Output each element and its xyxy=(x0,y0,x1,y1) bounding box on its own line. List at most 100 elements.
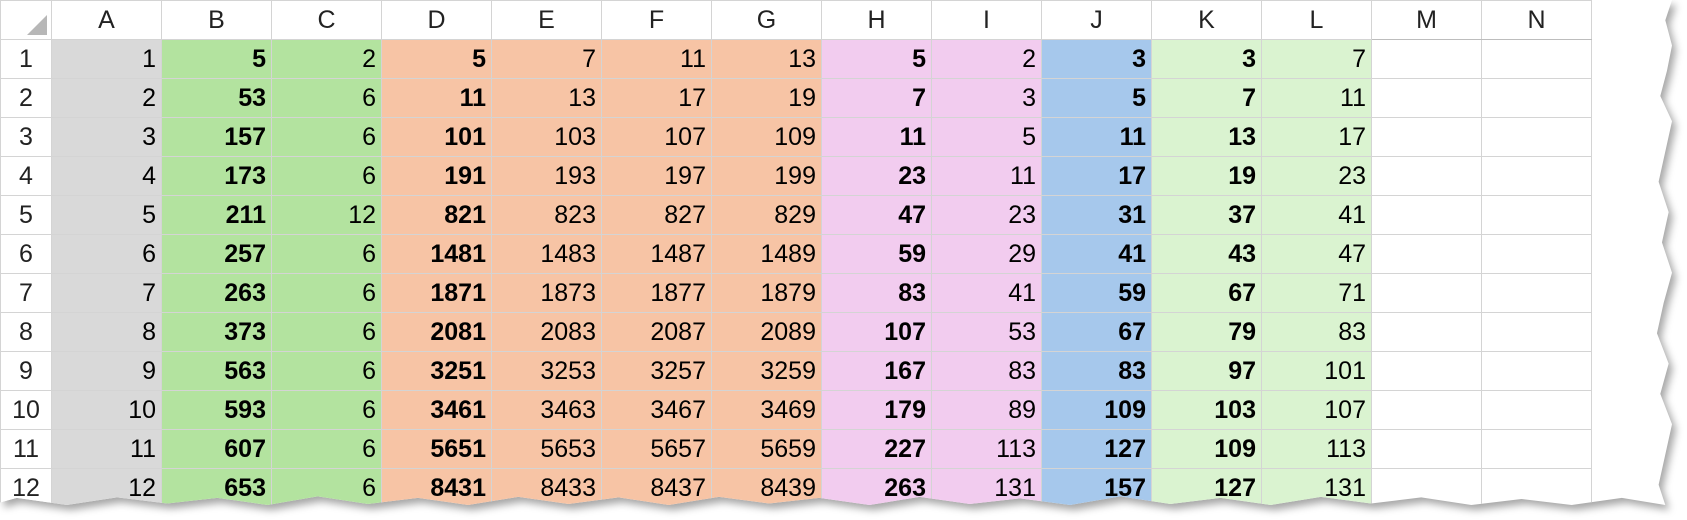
cell-f6[interactable]: 1487 xyxy=(601,234,712,274)
cell-a10[interactable]: 10 xyxy=(51,390,162,430)
cell-i10[interactable]: 89 xyxy=(931,390,1042,430)
cell-k4[interactable]: 19 xyxy=(1151,156,1262,196)
cell-e10[interactable]: 3463 xyxy=(491,390,602,430)
cell-a7[interactable]: 7 xyxy=(51,273,162,313)
cell-k3[interactable]: 13 xyxy=(1151,117,1262,157)
row-header[interactable]: 3 xyxy=(0,117,52,157)
cell-a1[interactable]: 1 xyxy=(51,39,162,79)
cell-n7[interactable] xyxy=(1481,273,1592,313)
cell-c5[interactable]: 12 xyxy=(271,195,382,235)
cell-k11[interactable]: 109 xyxy=(1151,429,1262,469)
cell-l12[interactable]: 131 xyxy=(1261,468,1372,505)
column-header-n[interactable]: N xyxy=(1481,0,1592,40)
cell-d11[interactable]: 5651 xyxy=(381,429,492,469)
cell-b5[interactable]: 211 xyxy=(161,195,272,235)
cell-m3[interactable] xyxy=(1371,117,1482,157)
cell-d1[interactable]: 5 xyxy=(381,39,492,79)
cell-g7[interactable]: 1879 xyxy=(711,273,822,313)
cell-j6[interactable]: 41 xyxy=(1041,234,1152,274)
cell-l4[interactable]: 23 xyxy=(1261,156,1372,196)
column-header-b[interactable]: B xyxy=(161,0,272,40)
cell-i12[interactable]: 131 xyxy=(931,468,1042,505)
cell-e7[interactable]: 1873 xyxy=(491,273,602,313)
cell-l7[interactable]: 71 xyxy=(1261,273,1372,313)
cell-k5[interactable]: 37 xyxy=(1151,195,1262,235)
cell-d8[interactable]: 2081 xyxy=(381,312,492,352)
cell-j8[interactable]: 67 xyxy=(1041,312,1152,352)
cell-l11[interactable]: 113 xyxy=(1261,429,1372,469)
cell-n11[interactable] xyxy=(1481,429,1592,469)
cell-k1[interactable]: 3 xyxy=(1151,39,1262,79)
cell-g12[interactable]: 8439 xyxy=(711,468,822,505)
cell-c8[interactable]: 6 xyxy=(271,312,382,352)
cell-i11[interactable]: 113 xyxy=(931,429,1042,469)
cell-n3[interactable] xyxy=(1481,117,1592,157)
cell-b2[interactable]: 53 xyxy=(161,78,272,118)
cell-g10[interactable]: 3469 xyxy=(711,390,822,430)
cell-g5[interactable]: 829 xyxy=(711,195,822,235)
cell-i7[interactable]: 41 xyxy=(931,273,1042,313)
cell-h7[interactable]: 83 xyxy=(821,273,932,313)
cell-g3[interactable]: 109 xyxy=(711,117,822,157)
cell-j11[interactable]: 127 xyxy=(1041,429,1152,469)
cell-g2[interactable]: 19 xyxy=(711,78,822,118)
cell-f4[interactable]: 197 xyxy=(601,156,712,196)
cell-a11[interactable]: 11 xyxy=(51,429,162,469)
cell-j1[interactable]: 3 xyxy=(1041,39,1152,79)
cell-b6[interactable]: 257 xyxy=(161,234,272,274)
cell-b3[interactable]: 157 xyxy=(161,117,272,157)
cell-n5[interactable] xyxy=(1481,195,1592,235)
cell-j2[interactable]: 5 xyxy=(1041,78,1152,118)
cell-d2[interactable]: 11 xyxy=(381,78,492,118)
row-header[interactable]: 11 xyxy=(0,429,52,469)
cell-e2[interactable]: 13 xyxy=(491,78,602,118)
cell-c2[interactable]: 6 xyxy=(271,78,382,118)
cell-n10[interactable] xyxy=(1481,390,1592,430)
cell-f8[interactable]: 2087 xyxy=(601,312,712,352)
cell-d7[interactable]: 1871 xyxy=(381,273,492,313)
cell-b1[interactable]: 5 xyxy=(161,39,272,79)
row-header[interactable]: 6 xyxy=(0,234,52,274)
cell-m5[interactable] xyxy=(1371,195,1482,235)
cell-b10[interactable]: 593 xyxy=(161,390,272,430)
cell-h3[interactable]: 11 xyxy=(821,117,932,157)
cell-n12[interactable] xyxy=(1481,468,1592,505)
cell-l10[interactable]: 107 xyxy=(1261,390,1372,430)
cell-k7[interactable]: 67 xyxy=(1151,273,1262,313)
row-header[interactable]: 5 xyxy=(0,195,52,235)
cell-e8[interactable]: 2083 xyxy=(491,312,602,352)
cell-c3[interactable]: 6 xyxy=(271,117,382,157)
column-header-k[interactable]: K xyxy=(1151,0,1262,40)
cell-c12[interactable]: 6 xyxy=(271,468,382,505)
row-header[interactable]: 1 xyxy=(0,39,52,79)
cell-j5[interactable]: 31 xyxy=(1041,195,1152,235)
cell-n4[interactable] xyxy=(1481,156,1592,196)
cell-c6[interactable]: 6 xyxy=(271,234,382,274)
cell-c9[interactable]: 6 xyxy=(271,351,382,391)
cell-m11[interactable] xyxy=(1371,429,1482,469)
cell-h4[interactable]: 23 xyxy=(821,156,932,196)
cell-c7[interactable]: 6 xyxy=(271,273,382,313)
cell-k9[interactable]: 97 xyxy=(1151,351,1262,391)
column-header-h[interactable]: H xyxy=(821,0,932,40)
cell-f2[interactable]: 17 xyxy=(601,78,712,118)
cell-h12[interactable]: 263 xyxy=(821,468,932,505)
cell-c4[interactable]: 6 xyxy=(271,156,382,196)
cell-f5[interactable]: 827 xyxy=(601,195,712,235)
cell-e4[interactable]: 193 xyxy=(491,156,602,196)
cell-e3[interactable]: 103 xyxy=(491,117,602,157)
cell-c1[interactable]: 2 xyxy=(271,39,382,79)
cell-b7[interactable]: 263 xyxy=(161,273,272,313)
row-header[interactable]: 9 xyxy=(0,351,52,391)
cell-b4[interactable]: 173 xyxy=(161,156,272,196)
column-header-a[interactable]: A xyxy=(51,0,162,40)
cell-k10[interactable]: 103 xyxy=(1151,390,1262,430)
cell-i5[interactable]: 23 xyxy=(931,195,1042,235)
cell-e11[interactable]: 5653 xyxy=(491,429,602,469)
cell-h9[interactable]: 167 xyxy=(821,351,932,391)
cell-l9[interactable]: 101 xyxy=(1261,351,1372,391)
cell-m4[interactable] xyxy=(1371,156,1482,196)
cell-g1[interactable]: 13 xyxy=(711,39,822,79)
cell-l5[interactable]: 41 xyxy=(1261,195,1372,235)
cell-b9[interactable]: 563 xyxy=(161,351,272,391)
